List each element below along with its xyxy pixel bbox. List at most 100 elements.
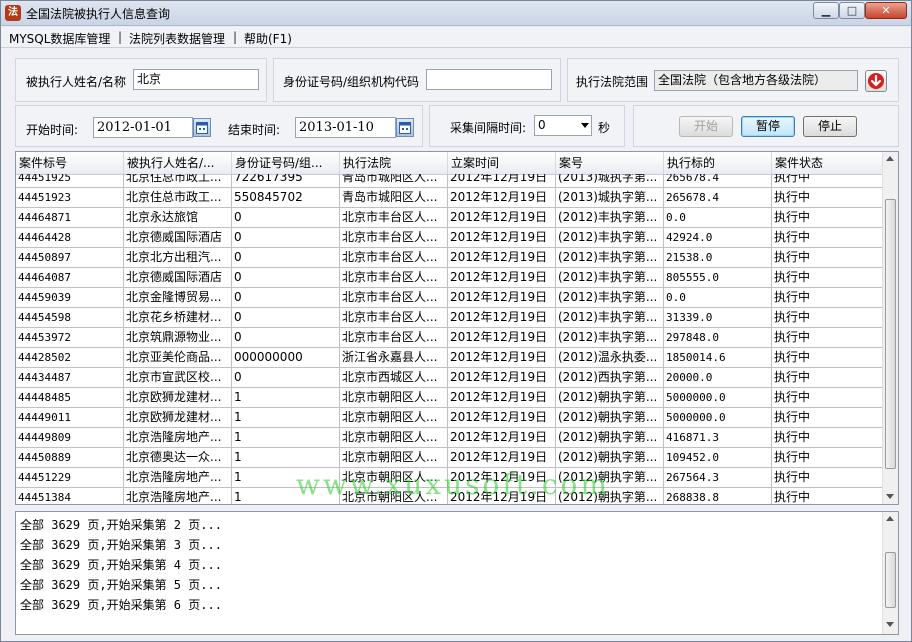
name-label: 被执行人姓名/名称 <box>26 75 127 89</box>
table-cell: 2012年12月19日 <box>448 174 556 187</box>
table-cell: 44464087 <box>16 268 124 287</box>
table-cell: 21538.0 <box>664 248 772 267</box>
table-row[interactable]: 44449011 北京欧狮龙建材... 1 北京市朝阳区人... 2012年12月19日… <box>16 408 883 428</box>
start-date-input[interactable]: 2012-01-01 <box>93 117 193 138</box>
table-cell: 执行中 <box>772 174 883 187</box>
column-header[interactable]: 案号 <box>556 152 664 174</box>
scroll-down-icon[interactable] <box>886 494 894 499</box>
results-table[interactable]: 案件标号 被执行人姓名/... 身份证号码/组... 执行法院 立案时间 案号 执行标的 案件… <box>15 151 899 505</box>
table-cell: 265678.4 <box>664 174 772 187</box>
table-cell: 北京欧狮龙建材... <box>124 408 232 427</box>
table-cell: 北京市丰台区人... <box>340 208 448 227</box>
column-header[interactable]: 身份证号码/组... <box>232 152 340 174</box>
table-row[interactable]: 44448485 北京欧狮龙建材... 1 北京市朝阳区人... 2012年12月19日… <box>16 388 883 408</box>
column-header[interactable]: 执行标的 <box>664 152 772 174</box>
start-date-picker-button[interactable] <box>193 118 211 137</box>
table-cell: 0 <box>232 268 340 287</box>
table-row[interactable]: 44464087 北京德威国际酒店 0 北京市丰台区人... 2012年12月19日 (2… <box>16 268 883 288</box>
table-cell: 北京市丰台区人... <box>340 228 448 247</box>
log-scrollbar[interactable] <box>882 512 898 634</box>
column-header[interactable]: 被执行人姓名/... <box>124 152 232 174</box>
court-range-field[interactable]: 全国法院（包含地方各级法院） <box>654 70 858 91</box>
menu-court-list[interactable]: 法院列表数据管理 <box>129 30 225 47</box>
table-cell: 2012年12月19日 <box>448 188 556 207</box>
table-cell: 0.0 <box>664 288 772 307</box>
table-cell: 北京浩隆房地产... <box>124 468 232 487</box>
column-header[interactable]: 案件状态 <box>772 152 883 174</box>
table-cell: 执行中 <box>772 228 883 247</box>
stop-button[interactable]: 停止 <box>803 116 857 137</box>
column-header[interactable]: 案件标号 <box>16 152 124 174</box>
table-cell: 执行中 <box>772 408 883 427</box>
table-row[interactable]: 44449809 北京浩隆房地产... 1 北京市朝阳区人... 2012年12月19日… <box>16 428 883 448</box>
name-panel: 被执行人姓名/名称 北京 <box>15 58 267 102</box>
table-cell: 44434487 <box>16 368 124 387</box>
title-bar: 法 全国法院被执行人信息查询 ▁ □ ✕ <box>1 1 911 26</box>
table-cell: (2012)朝执字第... <box>556 428 664 447</box>
interval-label: 采集间隔时间: <box>450 121 527 135</box>
table-cell: (2012)西执字第... <box>556 368 664 387</box>
table-row[interactable]: 44464428 北京德威国际酒店 0 北京市丰台区人... 2012年12月19日 (2… <box>16 228 883 248</box>
log-output[interactable]: 全部 3629 页,开始采集第 2 页... 全部 3629 页,开始采集第 3… <box>15 511 899 635</box>
table-row[interactable]: 44450889 北京德奥达一众... 1 北京市朝阳区人... 2012年12月19日… <box>16 448 883 468</box>
court-label: 执行法院范围 <box>576 75 649 89</box>
start-button[interactable]: 开始 <box>679 116 733 137</box>
table-cell: (2013)城执字第... <box>556 174 664 187</box>
table-cell: 0 <box>232 228 340 247</box>
name-input[interactable]: 北京 <box>133 69 259 90</box>
table-cell: 北京市丰台区人... <box>340 308 448 327</box>
interval-select[interactable]: 0 <box>534 115 592 136</box>
table-cell: 1 <box>232 428 340 447</box>
table-row[interactable]: 44451925 北京住总市政工... 722617395 青岛市城阳区人... 201… <box>16 174 883 188</box>
scroll-thumb[interactable] <box>885 552 896 608</box>
table-scrollbar[interactable] <box>882 152 898 504</box>
table-cell: 北京市丰台区人... <box>340 328 448 347</box>
table-row[interactable]: 44454598 北京花乡桥建材... 0 北京市丰台区人... 2012年12月19日… <box>16 308 883 328</box>
table-cell: 北京金隆博贸易... <box>124 288 232 307</box>
table-cell: 2012年12月19日 <box>448 428 556 447</box>
scroll-thumb[interactable] <box>885 199 896 469</box>
table-cell: 北京亚美伦商品... <box>124 348 232 367</box>
menu-mysql-db[interactable]: MYSQL数据库管理 <box>9 30 110 47</box>
court-select-button[interactable] <box>865 70 887 92</box>
pause-button[interactable]: 暂停 <box>741 116 795 137</box>
id-input[interactable] <box>426 69 552 90</box>
table-cell: 297848.0 <box>664 328 772 347</box>
table-cell: 北京德奥达一众... <box>124 448 232 467</box>
table-row[interactable]: 44450897 北京北方出租汽... 0 北京市丰台区人... 2012年12月19日… <box>16 248 883 268</box>
table-row[interactable]: 44459039 北京金隆博贸易... 0 北京市丰台区人... 2012年12月19日… <box>16 288 883 308</box>
scroll-up-icon[interactable] <box>886 516 894 521</box>
end-date-input[interactable]: 2013-01-10 <box>295 117 396 138</box>
scroll-up-icon[interactable] <box>886 156 894 161</box>
maximize-button[interactable]: □ <box>839 2 865 19</box>
table-cell: 执行中 <box>772 348 883 367</box>
table-cell: 0 <box>232 328 340 347</box>
table-row[interactable]: 44434487 北京市宣武区校... 0 北京市西城区人... 2012年12月19日… <box>16 368 883 388</box>
table-row[interactable]: 44464871 北京永达旅馆 0 北京市丰台区人... 2012年12月19日 (201… <box>16 208 883 228</box>
column-header[interactable]: 执行法院 <box>340 152 448 174</box>
column-header[interactable]: 立案时间 <box>448 152 556 174</box>
table-cell: 执行中 <box>772 188 883 207</box>
menu-help[interactable]: 帮助(F1) <box>244 30 292 47</box>
watermark: www.xuxusoft.com <box>296 468 610 501</box>
table-cell: 0.0 <box>664 208 772 227</box>
table-cell: (2012)丰执字第... <box>556 208 664 227</box>
table-cell: 550845702 <box>232 188 340 207</box>
minimize-button[interactable]: ▁ <box>813 2 839 19</box>
table-cell: 执行中 <box>772 488 883 504</box>
table-cell: (2012)丰执字第... <box>556 248 664 267</box>
end-date-picker-button[interactable] <box>396 118 414 137</box>
table-cell: (2012)温永执委... <box>556 348 664 367</box>
table-row[interactable]: 44428502 北京亚美伦商品... 000000000 浙江省永嘉县人... 201… <box>16 348 883 368</box>
app-logo-icon: 法 <box>5 5 21 21</box>
table-row[interactable]: 44453972 北京筑鼎源物业... 0 北京市丰台区人... 2012年12月19日… <box>16 328 883 348</box>
close-button[interactable]: ✕ <box>865 2 907 19</box>
table-cell: (2012)丰执字第... <box>556 268 664 287</box>
scroll-down-icon[interactable] <box>886 622 894 627</box>
table-row[interactable]: 44451923 北京住总市政工... 550845702 青岛市城阳区人... 201… <box>16 188 883 208</box>
table-cell: 44448485 <box>16 388 124 407</box>
table-cell: 1 <box>232 408 340 427</box>
table-cell: (2012)丰执字第... <box>556 328 664 347</box>
table-cell: 2012年12月19日 <box>448 228 556 247</box>
log-line: 全部 3629 页,开始采集第 4 页... <box>20 558 222 572</box>
